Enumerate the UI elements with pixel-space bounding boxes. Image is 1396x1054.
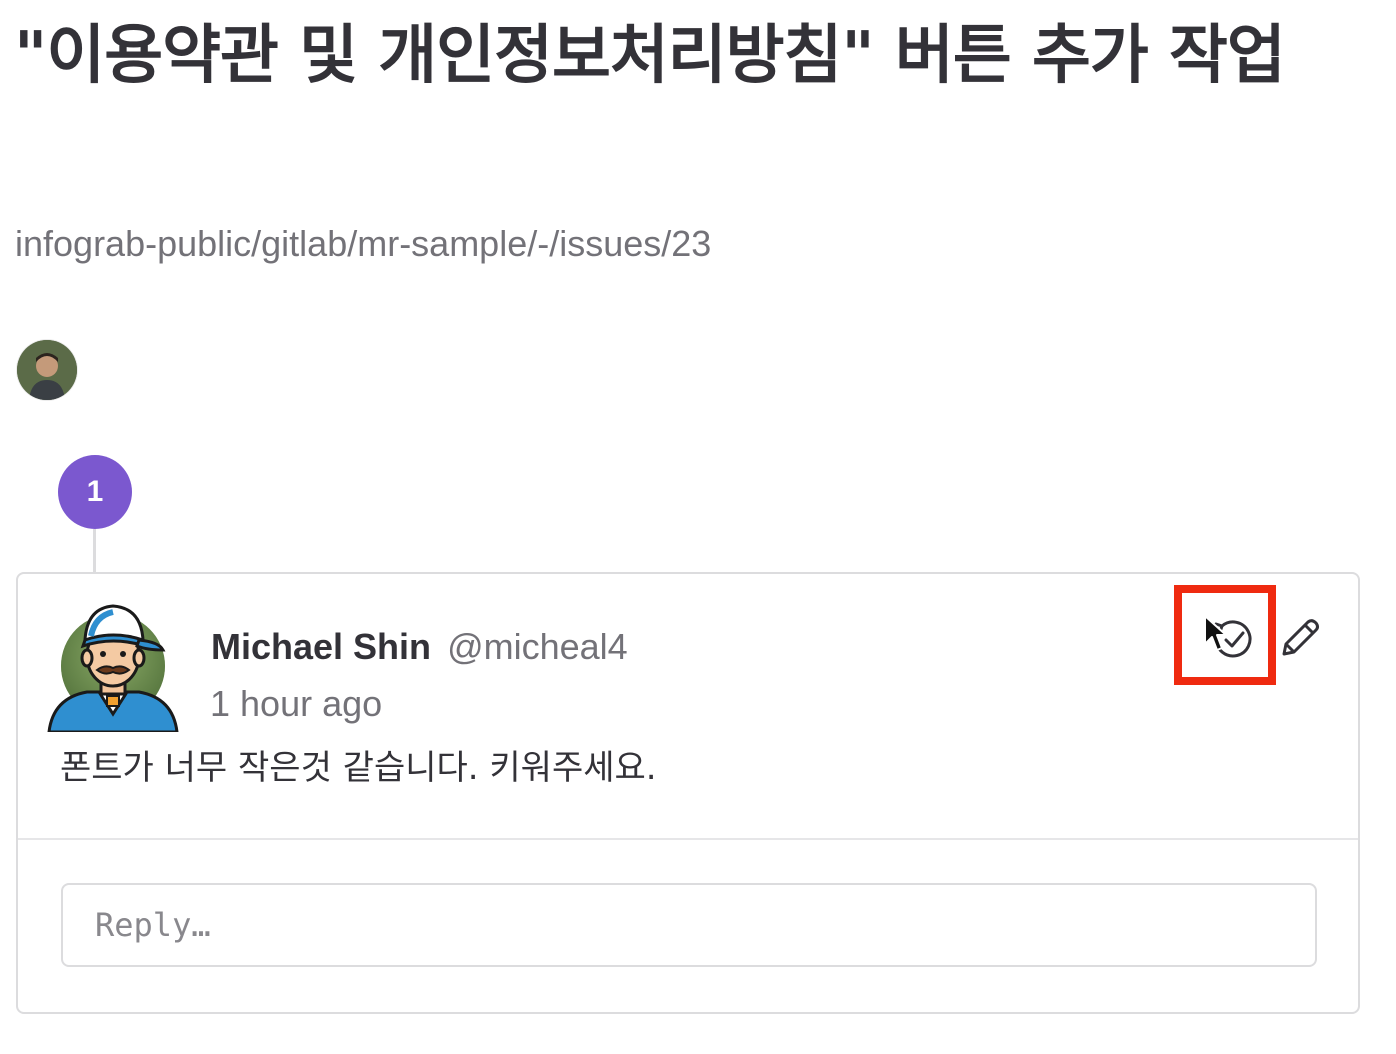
note-timestamp[interactable]: 1 hour ago — [210, 682, 382, 726]
issue-page: "이용약관 및 개인정보처리방침" 버튼 추가 작업 infograb-publ… — [0, 0, 1396, 1054]
note-author-avatar[interactable] — [47, 596, 179, 734]
note-body: 폰트가 너무 작은것 같습니다. 키워주세요. — [60, 748, 657, 788]
note-author-line: Michael Shin @micheal4 — [211, 625, 628, 669]
worker-avatar-icon — [47, 604, 179, 734]
resolve-button-highlight — [1174, 585, 1276, 685]
issue-reference-path: infograb-public/gitlab/mr-sample/-/issue… — [15, 223, 712, 264]
note-author-handle[interactable]: @micheal4 — [447, 626, 628, 667]
issue-author-avatar[interactable] — [17, 340, 77, 400]
reply-input[interactable] — [61, 883, 1317, 967]
issue-title: "이용약관 및 개인정보처리방침" 버튼 추가 작업 — [14, 19, 1286, 93]
pencil-icon — [1282, 619, 1319, 656]
timeline-badge: 1 — [58, 455, 132, 529]
note-divider — [18, 838, 1358, 840]
timeline-connector — [93, 529, 96, 573]
edit-comment-button[interactable] — [1276, 616, 1320, 662]
user-photo-icon — [17, 340, 77, 400]
note-author-name[interactable]: Michael Shin — [211, 626, 431, 667]
